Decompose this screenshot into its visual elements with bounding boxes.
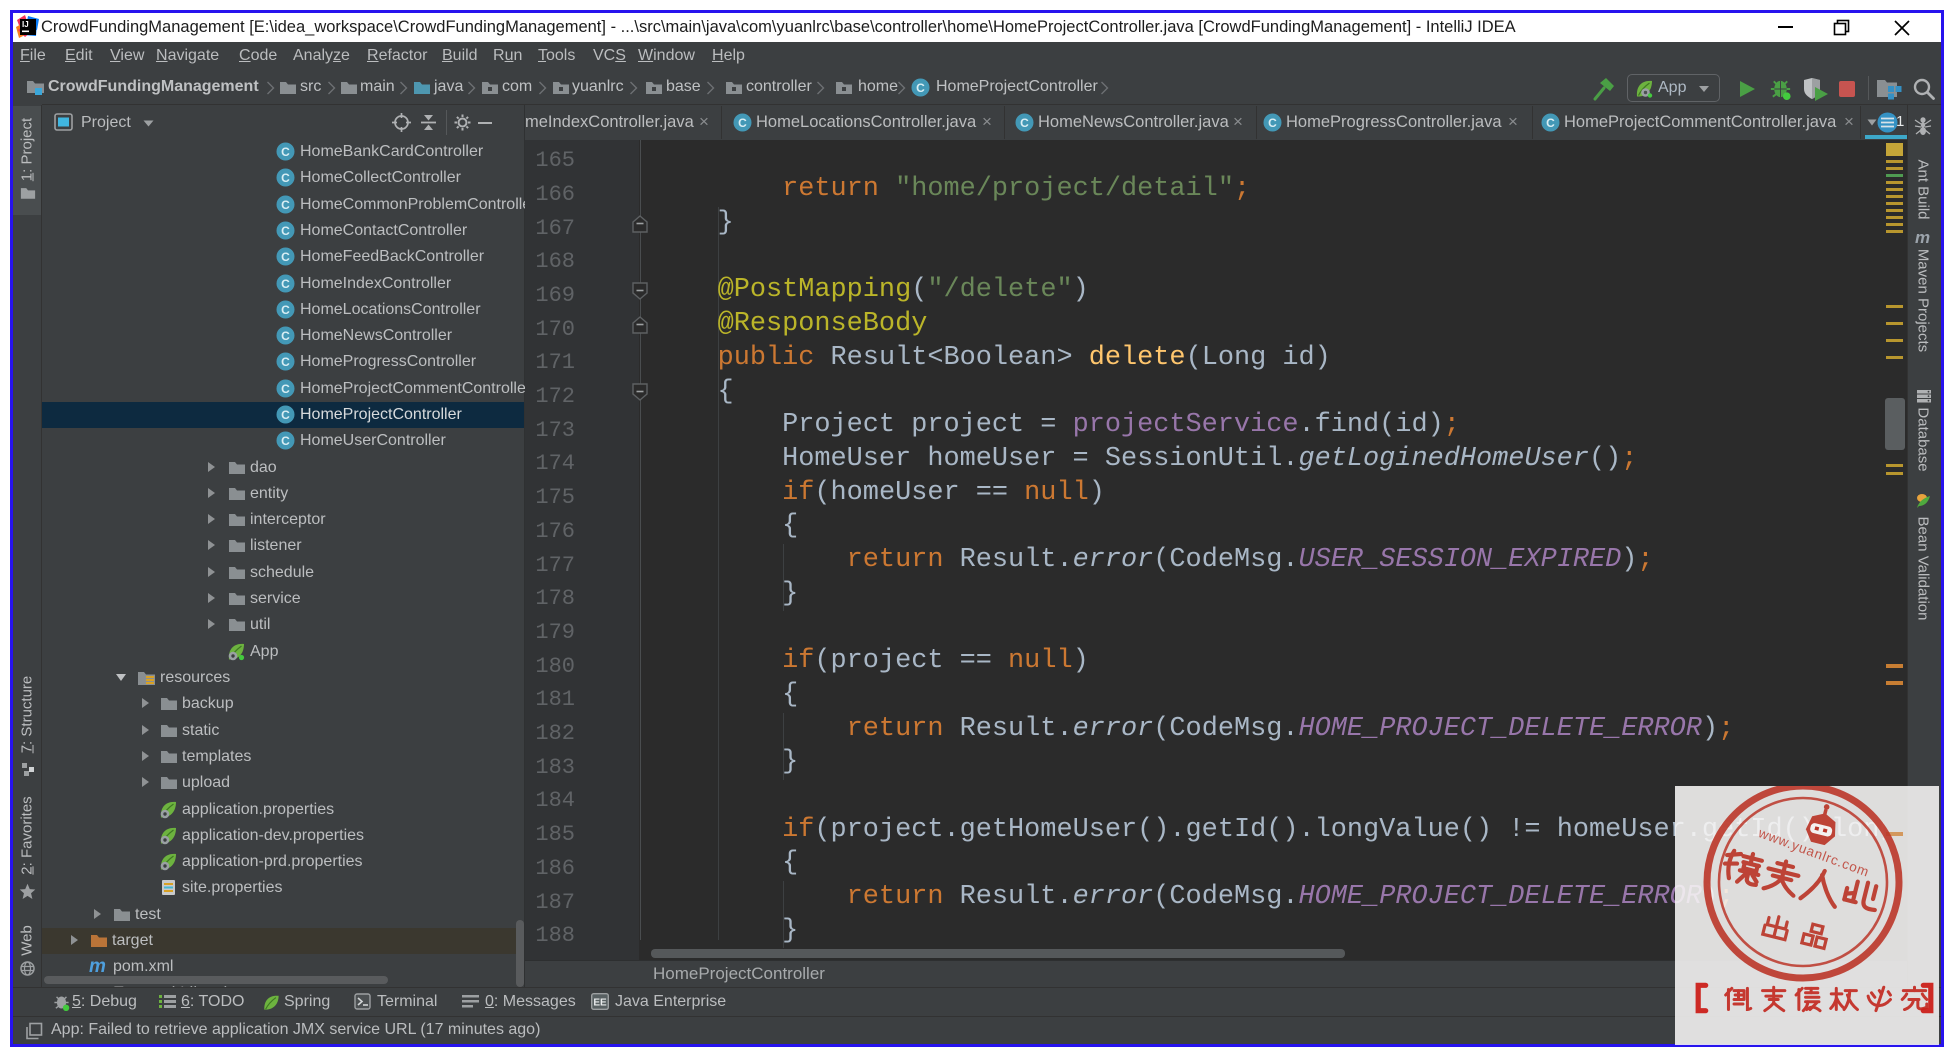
svg-text:C: C: [281, 198, 290, 212]
svg-text:C: C: [281, 434, 290, 448]
svg-text:IJ: IJ: [22, 20, 29, 29]
svg-text:C: C: [281, 303, 290, 317]
svg-text:C: C: [281, 250, 290, 264]
svg-text:C: C: [916, 81, 925, 95]
svg-text:C: C: [281, 277, 290, 291]
svg-text:C: C: [1546, 116, 1555, 130]
svg-text:C: C: [281, 355, 290, 369]
svg-text:C: C: [281, 171, 290, 185]
svg-text:C: C: [281, 224, 290, 238]
svg-text:C: C: [281, 408, 290, 422]
svg-text:C: C: [281, 329, 290, 343]
svg-text:C: C: [1268, 116, 1277, 130]
svg-text:C: C: [1020, 116, 1029, 130]
svg-text:C: C: [738, 116, 747, 130]
svg-text:C: C: [281, 145, 290, 159]
svg-text:EE: EE: [593, 998, 607, 1009]
svg-text:C: C: [281, 382, 290, 396]
